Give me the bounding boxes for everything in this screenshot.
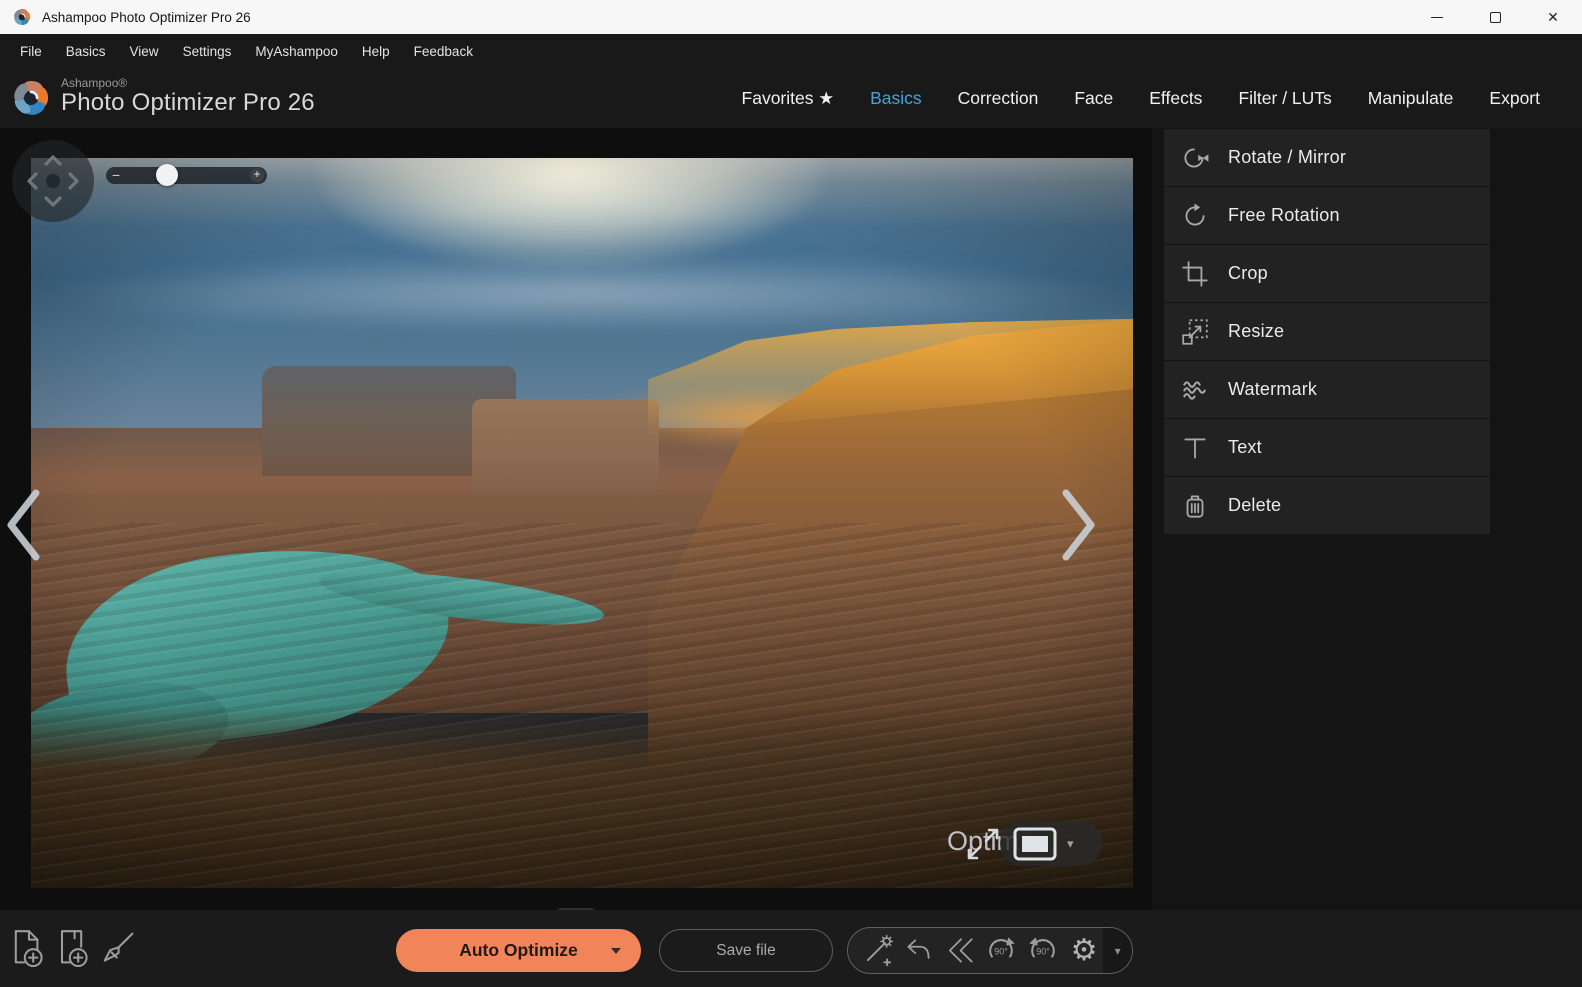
gear-icon: ⚙	[1071, 936, 1098, 966]
edit-actions-group: 90° 90° ⚙ ▾	[847, 927, 1133, 974]
pan-control[interactable]	[12, 140, 94, 222]
rotate-left-90-icon: 90°	[983, 933, 1019, 969]
rotate-right-90-button[interactable]: 90°	[1024, 931, 1062, 971]
title-bar: Ashampoo Photo Optimizer Pro 26 ✕	[0, 0, 1582, 34]
bottom-toolbar: Auto Optimize Save file	[0, 910, 1582, 987]
maximize-button[interactable]	[1466, 0, 1524, 34]
menu-feedback[interactable]: Feedback	[404, 44, 483, 59]
save-file-button[interactable]: Save file	[659, 929, 833, 972]
menu-myashampoo[interactable]: MyAshampoo	[245, 44, 348, 59]
sidebar-item-delete[interactable]: Delete	[1164, 477, 1490, 534]
undo-button[interactable]	[899, 931, 937, 971]
sidebar-item-rotate-mirror[interactable]: Rotate / Mirror	[1164, 129, 1490, 186]
crop-icon	[1180, 259, 1210, 289]
brand-logo-icon	[10, 77, 52, 119]
zoom-slider-knob[interactable]	[156, 164, 178, 186]
tab-basics[interactable]: Basics	[852, 88, 940, 109]
sidebar-item-label: Delete	[1228, 495, 1281, 516]
view-mode-button[interactable]: ▾	[1000, 821, 1102, 866]
sidebar-item-label: Text	[1228, 437, 1262, 458]
rotate-left-90-button[interactable]: 90°	[982, 931, 1020, 971]
brand-sup: Ashampoo®	[61, 76, 315, 90]
menu-settings[interactable]: Settings	[173, 44, 242, 59]
undo-all-button[interactable]	[941, 931, 979, 971]
menu-basics[interactable]: Basics	[56, 44, 116, 59]
sidebar-item-label: Crop	[1228, 263, 1268, 284]
free-rotation-icon	[1180, 201, 1210, 231]
sidebar-item-resize[interactable]: Resize	[1164, 303, 1490, 360]
next-image-button[interactable]	[1059, 488, 1099, 562]
undo-all-icon	[944, 935, 976, 967]
zoom-slider[interactable]: − +	[106, 167, 267, 184]
add-files-icon	[56, 927, 92, 969]
display-mode-icon	[1013, 827, 1057, 861]
tab-face[interactable]: Face	[1056, 88, 1131, 109]
watermark-icon	[1180, 375, 1210, 405]
auto-optimize-label: Auto Optimize	[459, 940, 578, 961]
tab-filter-luts[interactable]: Filter / LUTs	[1220, 88, 1349, 109]
menu-bar: File Basics View Settings MyAshampoo Hel…	[0, 34, 1582, 69]
page-title: Photo Optimizer Pro 26	[61, 90, 315, 116]
app-header: Ashampoo® Photo Optimizer Pro 26 Favorit…	[0, 69, 1582, 128]
rotate-left-degrees: 90°	[995, 946, 1009, 956]
add-file-icon	[11, 927, 47, 969]
add-file-button[interactable]	[10, 926, 48, 970]
main-area: − + Optim ▾	[0, 128, 1582, 910]
pan-arrows-icon	[15, 143, 91, 219]
minimize-icon	[1431, 17, 1443, 18]
auto-optimize-dropdown-icon[interactable]	[611, 948, 621, 954]
menu-view[interactable]: View	[120, 44, 169, 59]
add-files-button[interactable]	[55, 926, 93, 970]
tab-manipulate[interactable]: Manipulate	[1350, 88, 1472, 109]
sidebar-item-text[interactable]: Text	[1164, 419, 1490, 476]
rotate-mirror-icon	[1180, 143, 1210, 173]
tab-effects[interactable]: Effects	[1131, 88, 1220, 109]
sidebar-item-crop[interactable]: Crop	[1164, 245, 1490, 302]
tab-correction[interactable]: Correction	[940, 88, 1057, 109]
text-icon	[1180, 433, 1210, 463]
zoom-in-icon[interactable]: +	[250, 168, 264, 182]
magic-wand-icon	[860, 934, 894, 968]
close-icon: ✕	[1547, 10, 1559, 24]
menu-help[interactable]: Help	[352, 44, 400, 59]
delete-icon	[1180, 491, 1210, 521]
sidebar-item-watermark[interactable]: Watermark	[1164, 361, 1490, 418]
broom-icon	[100, 930, 136, 966]
photo-canvas[interactable]	[31, 158, 1133, 888]
app-window: Ashampoo Photo Optimizer Pro 26 ✕ File B…	[0, 0, 1582, 987]
tab-export[interactable]: Export	[1471, 88, 1558, 109]
expand-compare-icon[interactable]	[963, 824, 1003, 864]
app-logo-icon	[12, 7, 32, 27]
maximize-icon	[1490, 12, 1501, 23]
save-file-label: Save file	[716, 942, 775, 960]
sidebar-item-label: Free Rotation	[1228, 205, 1340, 226]
brand: Ashampoo® Photo Optimizer Pro 26	[10, 76, 315, 119]
resize-icon	[1180, 317, 1210, 347]
sidebar-item-label: Resize	[1228, 321, 1284, 342]
view-mode-caret-icon[interactable]: ▾	[1067, 836, 1074, 852]
tools-sidebar: Rotate / Mirror Free Rotation	[1152, 128, 1582, 910]
rotate-right-degrees: 90°	[1036, 946, 1050, 956]
photo-vignette	[31, 158, 1133, 888]
menu-file[interactable]: File	[10, 44, 52, 59]
sidebar-item-free-rotation[interactable]: Free Rotation	[1164, 187, 1490, 244]
close-button[interactable]: ✕	[1524, 0, 1582, 34]
main-tabs: Favorites ★ Basics Correction Face Effec…	[724, 69, 1558, 128]
sidebar-item-label: Watermark	[1228, 379, 1317, 400]
previous-image-button[interactable]	[3, 488, 43, 562]
edit-actions-dropdown[interactable]: ▾	[1103, 927, 1132, 974]
undo-icon	[903, 935, 935, 967]
sidebar-item-label: Rotate / Mirror	[1228, 147, 1346, 168]
magic-wand-button[interactable]	[858, 931, 896, 971]
tab-favorites[interactable]: Favorites ★	[724, 88, 853, 109]
dropdown-caret-icon: ▾	[1115, 944, 1121, 958]
rotate-right-90-icon: 90°	[1025, 933, 1061, 969]
clear-list-button[interactable]	[99, 926, 137, 970]
zoom-out-icon[interactable]: −	[112, 169, 120, 182]
window-title: Ashampoo Photo Optimizer Pro 26	[42, 10, 251, 25]
minimize-button[interactable]	[1408, 0, 1466, 34]
auto-optimize-button[interactable]: Auto Optimize	[396, 929, 641, 972]
settings-button[interactable]: ⚙	[1065, 931, 1103, 971]
